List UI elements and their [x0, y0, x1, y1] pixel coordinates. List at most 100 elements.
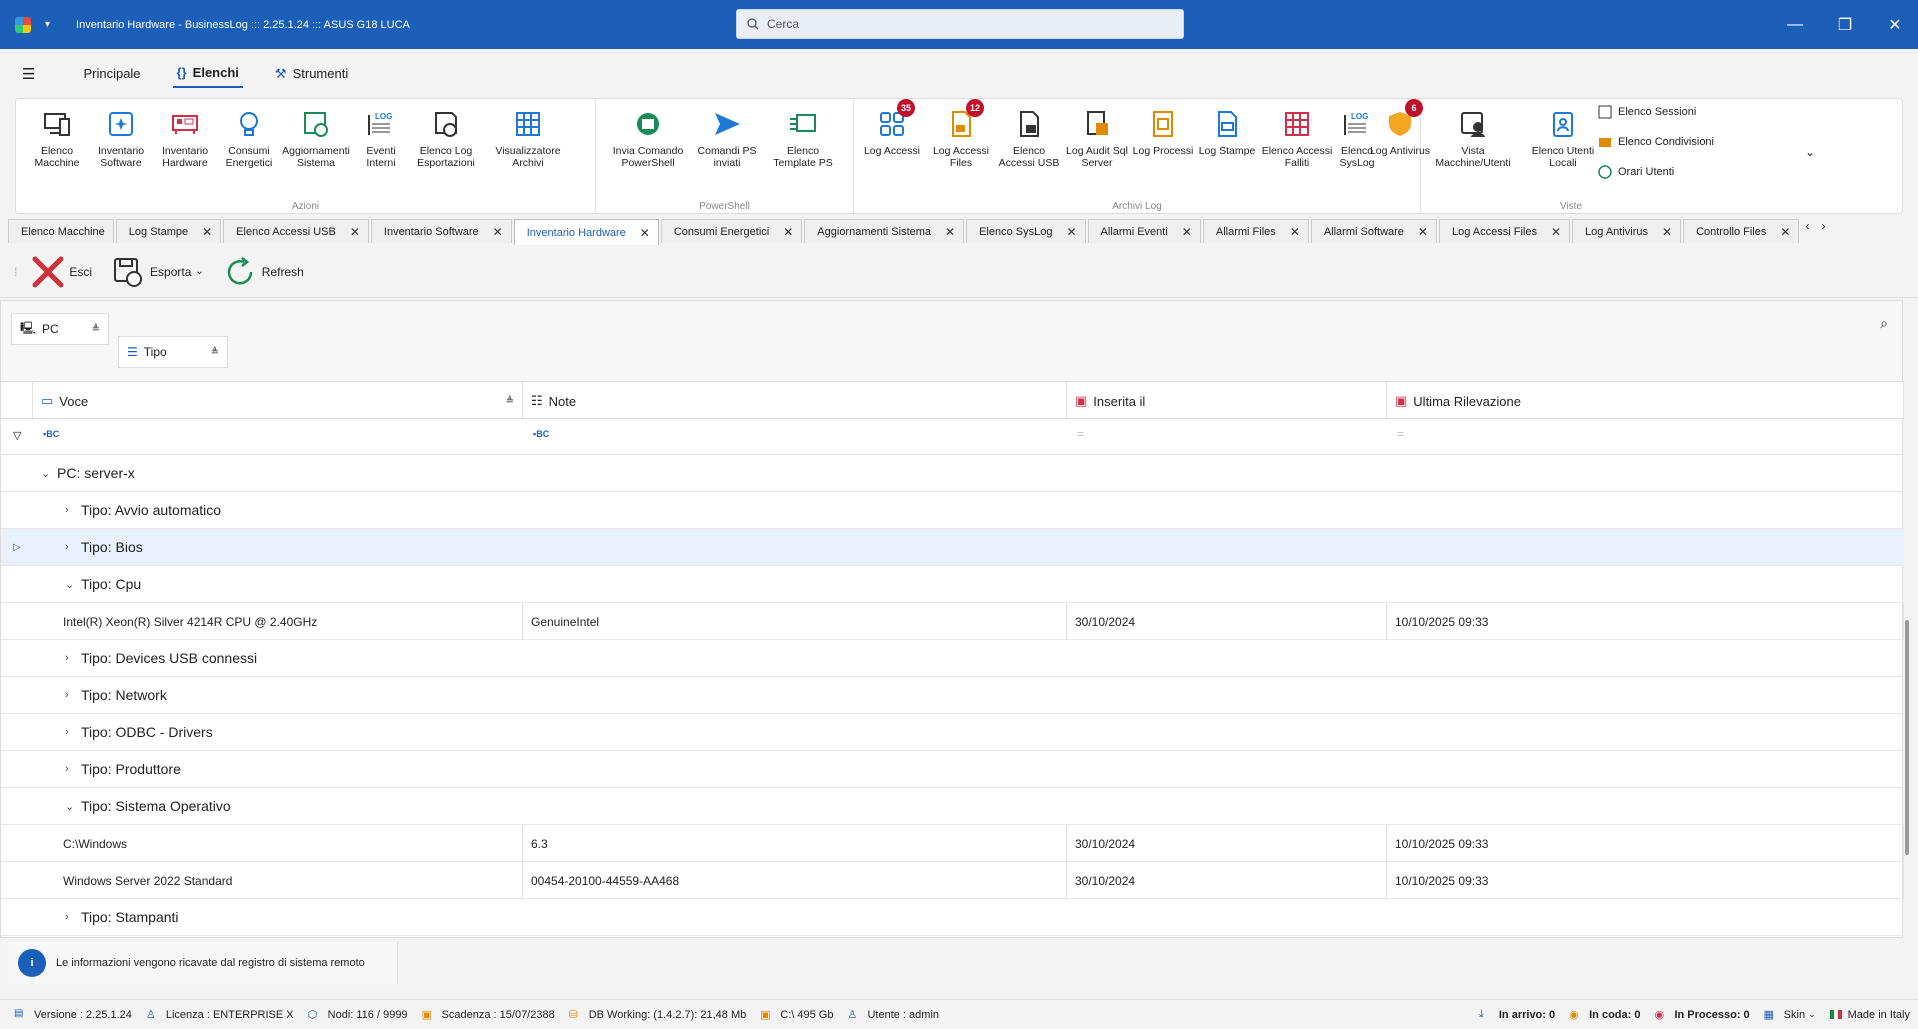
- close-icon[interactable]: ✕: [945, 225, 955, 239]
- close-icon[interactable]: ✕: [1066, 225, 1076, 239]
- skin-menu[interactable]: ▦ Skin ⌄: [1764, 1008, 1816, 1022]
- app-menu-icon[interactable]: ☰: [22, 65, 35, 83]
- btn-elenco-accessi-usb[interactable]: Elenco Accessi USB: [994, 107, 1064, 169]
- group-row[interactable]: › Tipo: Bios ▷: [1, 529, 1904, 566]
- btn-invia-comando-powershell[interactable]: Invia Comando PowerShell: [606, 107, 690, 169]
- close-button[interactable]: ✕: [1870, 0, 1918, 49]
- btn-inventario-software[interactable]: Inventario Software: [86, 107, 156, 169]
- chevron-right-icon[interactable]: ›: [65, 726, 81, 738]
- btn-elenco-sessioni[interactable]: Elenco Sessioni: [1598, 105, 1696, 119]
- group-chip-pc[interactable]: 🖳 PC ≜: [11, 313, 109, 345]
- tab-0[interactable]: Elenco Macchine: [8, 219, 114, 243]
- chevron-right-icon[interactable]: ›: [65, 911, 81, 923]
- btn-elenco-log-esportazioni[interactable]: Elenco Log Esportazioni: [408, 107, 484, 169]
- btn-elenco-utenti-locali[interactable]: Elenco Utenti Locali: [1525, 107, 1601, 169]
- close-icon[interactable]: ✕: [1182, 225, 1192, 239]
- chevron-right-icon[interactable]: ›: [65, 763, 81, 775]
- column-note[interactable]: ☷ Note: [523, 382, 1067, 420]
- btn-log-processi[interactable]: Log Processi: [1128, 107, 1198, 157]
- btn-visualizzatore-archivi[interactable]: Visualizzatore Archivi: [486, 107, 570, 169]
- tab-11[interactable]: Log Accessi Files ✕: [1438, 219, 1571, 243]
- chevron-down-icon[interactable]: ⌄: [65, 578, 81, 591]
- close-icon[interactable]: ✕: [1290, 225, 1300, 239]
- close-icon[interactable]: ✕: [640, 226, 650, 240]
- group-row[interactable]: › Tipo: Stampanti: [1, 899, 1904, 936]
- btn-vista-macchine-utenti[interactable]: Vista Macchine/Utenti: [1431, 107, 1515, 169]
- btn-elenco-accessi-falliti[interactable]: Elenco Accessi Falliti: [1258, 107, 1336, 169]
- close-icon[interactable]: ✕: [1551, 225, 1561, 239]
- menu-elenchi[interactable]: {} Elenchi: [172, 59, 243, 88]
- tab-1[interactable]: Log Stampe ✕: [115, 219, 222, 243]
- btn-orari-utenti[interactable]: Orari Utenti: [1598, 165, 1674, 179]
- group-chip-tipo[interactable]: ☰ Tipo ≜: [118, 336, 228, 368]
- btn-log-accessi[interactable]: 35 Log Accessi: [858, 99, 926, 157]
- group-row[interactable]: › Tipo: ODBC - Drivers: [1, 714, 1904, 751]
- chevron-right-icon[interactable]: ›: [65, 504, 81, 516]
- btn-log-audit-sql[interactable]: Log Audit Sql Server: [1062, 107, 1132, 169]
- close-icon[interactable]: ✕: [783, 225, 793, 239]
- btn-consumi-energetici[interactable]: Consumi Energetici: [214, 107, 284, 169]
- equals-filter-icon[interactable]: =: [1397, 427, 1404, 441]
- ribbon-collapse-chevron-icon[interactable]: ⌄: [1805, 145, 1815, 159]
- group-row[interactable]: › Tipo: Produttore: [1, 751, 1904, 788]
- vertical-scrollbar[interactable]: [1905, 620, 1909, 855]
- refresh-button[interactable]: Refresh: [224, 256, 304, 288]
- btn-log-accessi-files[interactable]: 12 Log Accessi Files: [926, 99, 996, 169]
- sort-asc-icon[interactable]: ≜: [211, 347, 219, 358]
- tab-3[interactable]: Inventario Software ✕: [370, 219, 512, 243]
- close-icon[interactable]: ✕: [350, 225, 360, 239]
- column-inserita[interactable]: ▣ Inserita il: [1067, 382, 1387, 420]
- grid-search-icon[interactable]: ⌕: [1880, 315, 1888, 332]
- tab-10[interactable]: Allarmi Software ✕: [1310, 219, 1437, 243]
- sort-asc-icon[interactable]: ≜: [92, 324, 100, 335]
- close-icon[interactable]: ✕: [493, 225, 503, 239]
- group-row[interactable]: › Tipo: Devices USB connessi: [1, 640, 1904, 677]
- btn-elenco-condivisioni[interactable]: Elenco Condivisioni: [1598, 135, 1714, 149]
- btn-log-stampe[interactable]: Log Stampe: [1192, 107, 1262, 157]
- tab-2[interactable]: Elenco Accessi USB ✕: [223, 219, 369, 243]
- btn-aggiornamenti-sistema[interactable]: Aggiornamenti Sistema: [278, 107, 354, 169]
- table-row[interactable]: C:\Windows 6.3 30/10/2024 10/10/2025 09:33: [1, 825, 1904, 862]
- tab-9[interactable]: Allarmi Files ✕: [1202, 219, 1309, 243]
- table-row[interactable]: Windows Server 2022 Standard 00454-20100-…: [1, 862, 1904, 899]
- chevron-right-icon[interactable]: ›: [65, 541, 81, 553]
- esci-button[interactable]: Esci: [31, 255, 92, 289]
- btn-comandi-ps-inviati[interactable]: Comandi PS inviati: [692, 107, 762, 169]
- btn-eventi-interni[interactable]: LOG Eventi Interni: [356, 107, 406, 169]
- btn-elenco-template-ps[interactable]: Elenco Template PS: [768, 107, 838, 169]
- tab-6[interactable]: Aggiornamenti Sistema ✕: [804, 219, 965, 243]
- tab-12[interactable]: Log Antivirus ✕: [1572, 219, 1682, 243]
- group-row[interactable]: › Tipo: Network: [1, 677, 1904, 714]
- table-row[interactable]: Intel(R) Xeon(R) Silver 4214R CPU @ 2.40…: [1, 603, 1904, 640]
- chevron-down-icon[interactable]: ⌄: [65, 800, 81, 813]
- close-icon[interactable]: ✕: [202, 225, 212, 239]
- esporta-button[interactable]: Esporta ⌄: [112, 256, 204, 288]
- tab-8[interactable]: Allarmi Eventi ✕: [1087, 219, 1201, 243]
- equals-filter-icon[interactable]: =: [1077, 427, 1084, 441]
- group-row[interactable]: › Tipo: Avvio automatico: [1, 492, 1904, 529]
- tab-5[interactable]: Consumi Energetici ✕: [660, 219, 803, 243]
- restore-button[interactable]: ❐: [1820, 0, 1870, 49]
- group-row[interactable]: ⌄ Tipo: Sistema Operativo: [1, 788, 1904, 825]
- chevron-down-icon[interactable]: ⌄: [41, 467, 57, 480]
- close-icon[interactable]: ✕: [1780, 225, 1790, 239]
- group-row[interactable]: ⌄ PC: server-x: [1, 455, 1904, 492]
- btn-elenco-macchine[interactable]: Elenco Macchine: [22, 107, 92, 169]
- column-voce[interactable]: ▭ Voce ≜: [33, 382, 523, 420]
- tab-4[interactable]: Inventario Hardware ✕: [513, 219, 659, 245]
- btn-inventario-hardware[interactable]: Inventario Hardware: [150, 107, 220, 169]
- text-filter-icon[interactable]: ▪BC: [43, 429, 59, 439]
- tab-7[interactable]: Elenco SysLog ✕: [966, 219, 1086, 243]
- text-filter-icon[interactable]: ▪BC: [533, 429, 549, 439]
- chevron-right-icon[interactable]: ›: [65, 652, 81, 664]
- search-input[interactable]: Cerca: [736, 9, 1184, 39]
- menu-principale[interactable]: Principale: [79, 60, 144, 87]
- menu-strumenti[interactable]: ⚒ Strumenti: [271, 60, 352, 88]
- chevron-right-icon[interactable]: ›: [65, 689, 81, 701]
- quick-access-chevron-icon[interactable]: ▾: [45, 19, 50, 30]
- tabs-scroll-right-icon[interactable]: ›: [1821, 219, 1825, 245]
- close-icon[interactable]: ✕: [1662, 225, 1672, 239]
- minimize-button[interactable]: —: [1770, 0, 1820, 49]
- column-ultima[interactable]: ▣ Ultima Rilevazione: [1387, 382, 1904, 420]
- tab-13[interactable]: Controllo Files ✕: [1683, 219, 1800, 243]
